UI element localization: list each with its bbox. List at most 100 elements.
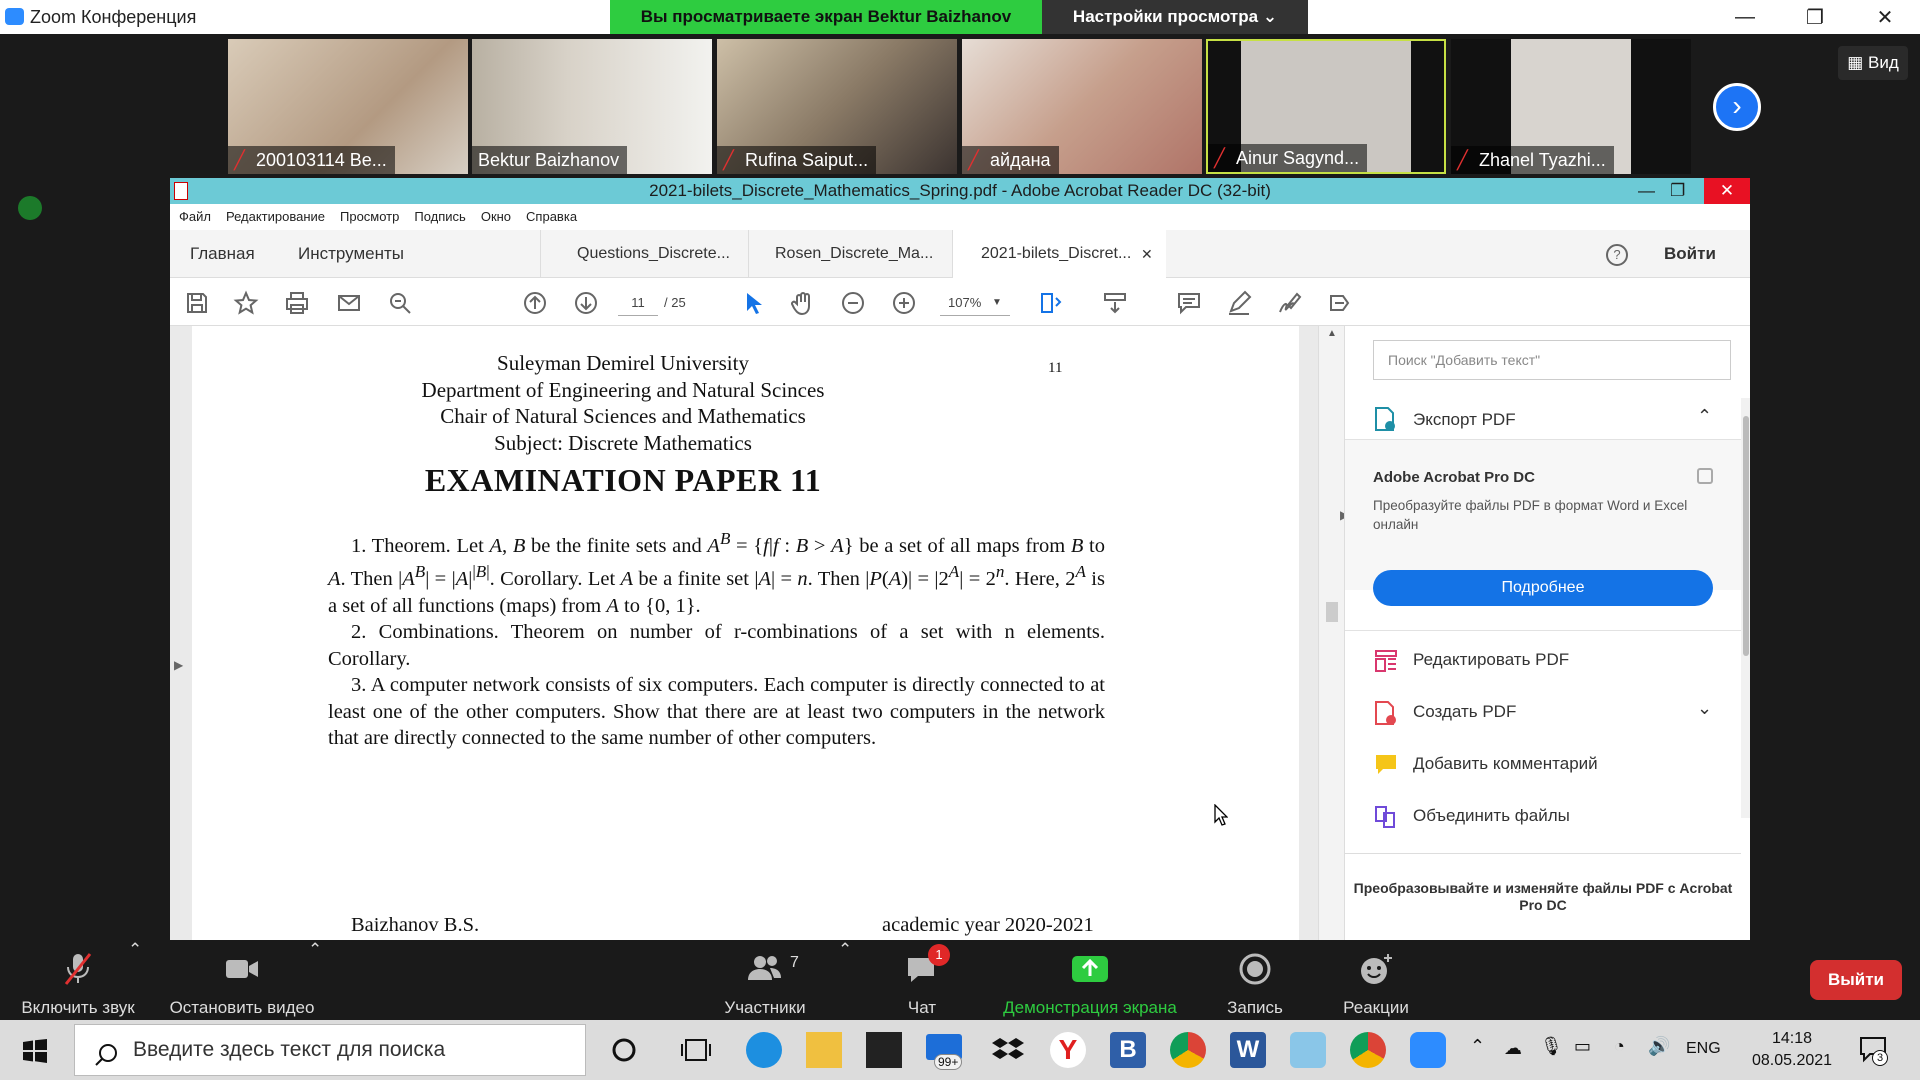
export-pdf-icon [1373, 406, 1397, 432]
sign-icon[interactable] [1276, 290, 1302, 316]
sign-in-button[interactable]: Войти [1664, 230, 1716, 278]
tool-combine-files[interactable]: Объединить файлы [1345, 796, 1741, 836]
onedrive-cloud-icon[interactable]: ☁ [1504, 1038, 1522, 1059]
tools-pane-scroll-thumb[interactable] [1743, 416, 1749, 656]
wifi-icon[interactable]: ◔ [1614, 1036, 1625, 1057]
search-zoom-icon[interactable] [387, 290, 413, 316]
copy-icon[interactable] [1697, 468, 1713, 484]
scroll-thumb[interactable] [1326, 602, 1338, 622]
record-button[interactable]: Запись [1212, 940, 1298, 1020]
input-language[interactable]: ENG [1686, 1040, 1721, 1058]
close-tab-icon[interactable]: ✕ [1141, 230, 1153, 278]
chat-button[interactable]: 1 Чат [880, 940, 964, 1020]
volume-icon[interactable]: 🔊 [1648, 1036, 1670, 1057]
cortana-icon[interactable] [606, 1032, 642, 1068]
menu-edit[interactable]: Редактирование [226, 204, 325, 230]
participants-button[interactable]: 7 Участники [710, 940, 820, 1020]
help-icon[interactable]: ? [1606, 244, 1628, 266]
b-app-icon[interactable]: B [1110, 1032, 1146, 1068]
participants-options-caret-icon[interactable]: ⌃ [838, 940, 852, 960]
zoom-in-icon[interactable] [891, 290, 917, 316]
hand-tool-icon[interactable] [790, 290, 816, 316]
edge-browser-icon[interactable] [746, 1032, 782, 1068]
comment-icon[interactable] [1176, 290, 1202, 316]
microsoft-store-icon[interactable] [866, 1032, 902, 1068]
task-view-icon[interactable] [678, 1032, 714, 1068]
bookmark-star-icon[interactable] [233, 290, 259, 316]
tab-tools[interactable]: Инструменты [278, 230, 540, 278]
previous-page-icon[interactable] [522, 290, 548, 316]
share-send-icon[interactable] [1326, 290, 1352, 316]
battery-icon[interactable]: ▭ [1574, 1036, 1591, 1057]
tool-edit-pdf[interactable]: Редактировать PDF [1345, 640, 1741, 680]
highlight-pen-icon[interactable] [1226, 290, 1252, 316]
word-icon[interactable]: W [1230, 1032, 1266, 1068]
chrome-icon[interactable] [1170, 1032, 1206, 1068]
microphone-icon[interactable]: 🎙 [1540, 1036, 1563, 1057]
participant-tile[interactable]: ╱ Rufina Saiput... [717, 39, 957, 174]
select-cursor-icon[interactable] [740, 290, 766, 316]
acrobat-close-button[interactable]: ✕ [1704, 178, 1750, 204]
fit-page-icon[interactable] [1038, 290, 1064, 316]
share-screen-button[interactable]: Демонстрация экрана [990, 940, 1190, 1020]
zoom-out-icon[interactable] [840, 290, 866, 316]
tab-document-active[interactable]: 2021-bilets_Discret... ✕ [952, 230, 1166, 279]
tab-document[interactable]: Questions_Discrete... [540, 230, 748, 278]
scroll-up-icon[interactable]: ▲ [1327, 328, 1337, 339]
stop-video-button[interactable]: Остановить видео [160, 940, 324, 1020]
tool-add-comment[interactable]: Добавить комментарий [1345, 744, 1741, 784]
paint-icon[interactable] [1290, 1032, 1326, 1068]
menu-help[interactable]: Справка [526, 204, 577, 230]
document-view[interactable]: ▶ 11 Suleyman Demirel University Departm… [170, 326, 1318, 940]
view-layout-button[interactable]: ▦ Вид [1838, 46, 1908, 80]
audio-options-caret-icon[interactable]: ⌃ [128, 940, 142, 960]
participant-tile[interactable]: ╱ айдана [962, 39, 1202, 174]
reactions-button[interactable]: Реакции [1328, 940, 1424, 1020]
close-window-button[interactable]: ✕ [1850, 0, 1920, 34]
menu-view[interactable]: Просмотр [340, 204, 399, 230]
yandex-browser-icon[interactable]: Y [1050, 1032, 1086, 1068]
zoom-level-dropdown[interactable]: 107% ▼ [940, 290, 1010, 316]
participant-tile-active-speaker[interactable]: ╱ Ainur Sagynd... [1206, 39, 1446, 174]
learn-more-button[interactable]: Подробнее [1373, 570, 1713, 606]
zoom-app-icon[interactable] [1410, 1032, 1446, 1068]
menu-window[interactable]: Окно [481, 204, 511, 230]
acrobat-restore-button[interactable]: ❐ [1670, 178, 1685, 204]
chrome-profile-icon[interactable] [1350, 1032, 1386, 1068]
file-explorer-icon[interactable] [806, 1032, 842, 1068]
leave-meeting-button[interactable]: Выйти [1810, 960, 1902, 1000]
next-page-icon[interactable] [573, 290, 599, 316]
page-number-input[interactable]: 11 [618, 290, 658, 316]
taskbar-clock[interactable]: 14:18 08.05.2021 [1744, 1028, 1840, 1072]
left-pane-toggle-icon[interactable]: ▶ [174, 658, 183, 672]
print-icon[interactable] [284, 290, 310, 316]
participant-tile[interactable]: Bektur Baizhanov [472, 39, 712, 174]
windows-start-icon[interactable] [22, 1038, 48, 1064]
view-settings-dropdown[interactable]: Настройки просмотра ⌄ [1042, 0, 1308, 34]
dropbox-icon[interactable] [990, 1032, 1026, 1068]
restore-button[interactable]: ❐ [1780, 0, 1850, 34]
export-pdf-section[interactable]: Экспорт PDF ⌃ [1345, 398, 1741, 440]
tab-document[interactable]: Rosen_Discrete_Ma... [748, 230, 952, 278]
next-participants-button[interactable]: › [1713, 83, 1761, 131]
scroll-mode-icon[interactable] [1102, 290, 1128, 316]
tool-create-pdf[interactable]: Создать PDF ⌄ [1345, 692, 1741, 732]
tools-search-input[interactable]: Поиск "Добавить текст" [1373, 340, 1731, 380]
save-icon[interactable] [184, 290, 210, 316]
taskbar-search-input[interactable]: Введите здесь текст для поиска [74, 1024, 586, 1076]
email-icon[interactable] [336, 290, 362, 316]
tab-home[interactable]: Главная [170, 230, 278, 278]
tray-expand-icon[interactable]: ⌃ [1470, 1036, 1485, 1057]
minimize-button[interactable]: — [1710, 0, 1780, 34]
video-options-caret-icon[interactable]: ⌃ [308, 940, 322, 960]
notifications-icon[interactable]: 3 [1858, 1034, 1888, 1066]
participant-tile[interactable]: ╱ Zhanel Tyazhi... [1451, 39, 1691, 174]
chevron-up-icon[interactable]: ⌃ [1697, 406, 1712, 427]
participant-tile[interactable]: ╱ 200103114 Be... [228, 39, 468, 174]
acrobat-minimize-button[interactable]: — [1638, 178, 1655, 204]
document-scrollbar[interactable]: ▲ [1318, 326, 1344, 940]
menu-file[interactable]: Файл [179, 204, 211, 230]
chevron-down-icon[interactable]: ⌄ [1697, 698, 1712, 719]
mail-icon[interactable]: 99+ [926, 1032, 963, 1070]
menu-sign[interactable]: Подпись [414, 204, 465, 230]
